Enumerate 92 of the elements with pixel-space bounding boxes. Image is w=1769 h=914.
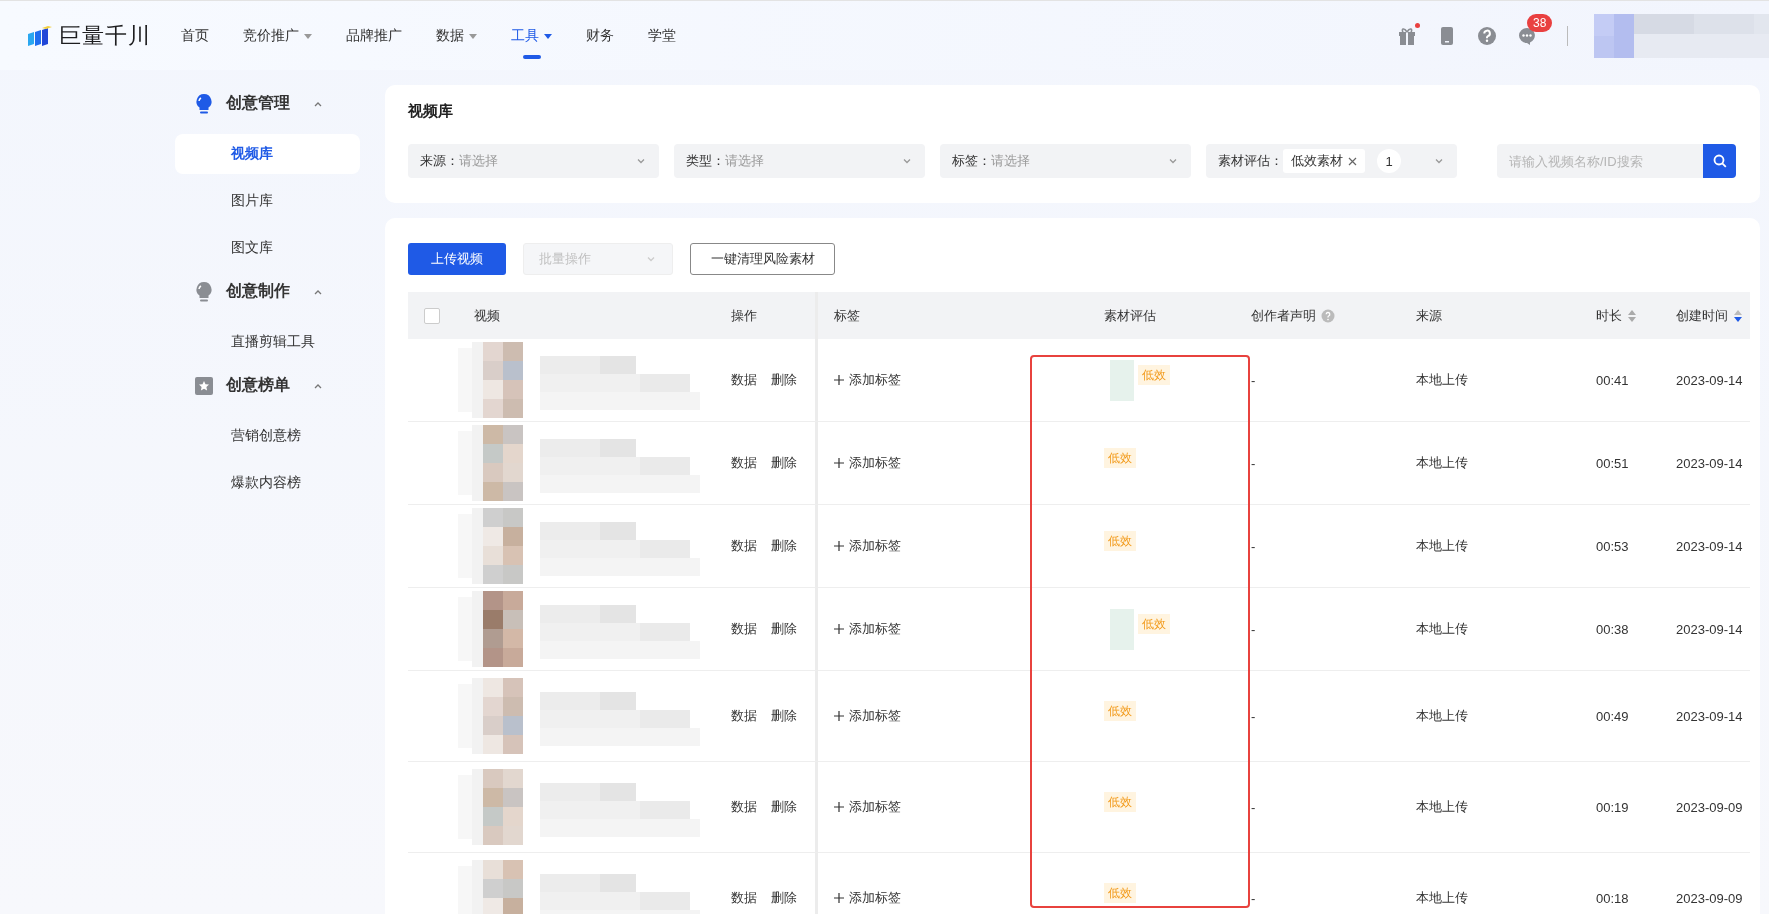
table-cell: 00:38 [1596, 621, 1629, 637]
table-cell: - [1251, 372, 1256, 388]
menu-group-header[interactable]: 创意管理 [175, 80, 360, 127]
table-cell: - [1251, 799, 1256, 815]
nav-tab[interactable]: 工具 [511, 20, 552, 51]
add-tag-button[interactable]: 添加标签 [834, 371, 901, 389]
menu-item[interactable]: 营销创意榜 [175, 416, 360, 456]
menu-item[interactable]: 视频库 [175, 134, 360, 174]
text-link[interactable]: 删除 [771, 620, 797, 638]
table-cell: 00:49 [1596, 708, 1629, 724]
table-cell: 00:51 [1596, 455, 1629, 471]
menu-item[interactable]: 爆款内容榜 [175, 463, 360, 503]
table-cell: 本地上传 [1416, 537, 1468, 555]
table-cell: 00:53 [1596, 538, 1629, 554]
table-cell: 本地上传 [1416, 798, 1468, 816]
text-link[interactable]: 删除 [771, 454, 797, 472]
menu-group-header[interactable]: 创意制作 [175, 268, 360, 315]
column-header: 时长 [1596, 306, 1622, 325]
text-link[interactable]: 删除 [771, 889, 797, 907]
menu-group-header[interactable]: 创意榜单 [175, 362, 360, 409]
table-cell: 2023-09-14 [1676, 455, 1743, 471]
text-link[interactable]: 删除 [771, 707, 797, 725]
filter-select[interactable]: 来源：请选择 [408, 144, 659, 178]
filter-select[interactable]: 类型：请选择 [674, 144, 925, 178]
table-cell: 本地上传 [1416, 454, 1468, 472]
status-badge: 低效 [1104, 883, 1136, 903]
filter-tag[interactable]: 低效素材 [1283, 149, 1365, 173]
column-header: 来源 [1416, 306, 1442, 325]
add-tag-button[interactable]: 添加标签 [834, 798, 901, 816]
menu-item[interactable]: 图片库 [175, 181, 360, 221]
text-link[interactable]: 删除 [771, 537, 797, 555]
logo-text: 巨量千川 [59, 21, 151, 50]
count-badge: 1 [1377, 149, 1401, 173]
table-cell: - [1251, 621, 1256, 637]
add-tag-button[interactable]: 添加标签 [834, 454, 901, 472]
table-cell: 00:41 [1596, 372, 1629, 388]
table-cell: 2023-09-09 [1676, 890, 1743, 906]
section-title: 视频库 [408, 101, 454, 121]
table-cell: - [1251, 708, 1256, 724]
status-badge: 低效 [1138, 365, 1170, 385]
column-header: 创建时间 [1676, 306, 1728, 325]
table-cell: 2023-09-14 [1676, 538, 1743, 554]
table-cell: - [1251, 455, 1256, 471]
text-link[interactable]: 数据 [731, 798, 757, 816]
table-cell: 00:18 [1596, 890, 1629, 906]
text-link[interactable]: 数据 [731, 537, 757, 555]
status-badge: 低效 [1104, 448, 1136, 468]
nav-tab[interactable]: 财务 [586, 20, 614, 51]
add-tag-button[interactable]: 添加标签 [834, 889, 901, 907]
search-field[interactable]: 请输入视频名称/ID搜索 [1497, 144, 1703, 178]
column-header: 素材评估 [1104, 306, 1156, 325]
add-tag-button[interactable]: 添加标签 [834, 620, 901, 638]
table-cell: 00:19 [1596, 799, 1629, 815]
filter-select[interactable]: 素材评估： 低效素材 1 [1206, 144, 1457, 178]
table-cell: 2023-09-14 [1676, 708, 1743, 724]
table-cell: - [1251, 538, 1256, 554]
status-badge: 低效 [1104, 792, 1136, 812]
text-link[interactable]: 数据 [731, 707, 757, 725]
column-header: 创作者声明 [1251, 306, 1316, 325]
text-link[interactable]: 删除 [771, 798, 797, 816]
nav-tab[interactable]: 首页 [181, 20, 209, 51]
status-badge: 低效 [1138, 614, 1170, 634]
table-cell: 本地上传 [1416, 371, 1468, 389]
table-cell: 2023-09-09 [1676, 799, 1743, 815]
add-tag-button[interactable]: 添加标签 [834, 707, 901, 725]
nav-tab[interactable]: 品牌推广 [346, 20, 402, 51]
menu-item[interactable]: 直播剪辑工具 [175, 322, 360, 362]
add-tag-button[interactable]: 添加标签 [834, 537, 901, 555]
text-link[interactable]: 数据 [731, 454, 757, 472]
nav-tab[interactable]: 数据 [436, 20, 477, 51]
table-cell: - [1251, 890, 1256, 906]
text-link[interactable]: 数据 [731, 889, 757, 907]
nav-tab[interactable]: 竞价推广 [243, 20, 312, 51]
table-cell: 本地上传 [1416, 889, 1468, 907]
action-button[interactable]: 一键清理风险素材 [690, 243, 835, 275]
text-link[interactable]: 数据 [731, 620, 757, 638]
table-cell: 本地上传 [1416, 620, 1468, 638]
status-badge: 低效 [1104, 701, 1136, 721]
table-cell: 本地上传 [1416, 707, 1468, 725]
table-cell: 2023-09-14 [1676, 621, 1743, 637]
text-link[interactable]: 数据 [731, 371, 757, 389]
filter-select[interactable]: 标签：请选择 [940, 144, 1191, 178]
menu-item[interactable]: 图文库 [175, 228, 360, 268]
status-badge: 低效 [1104, 531, 1136, 551]
count-badge: 38 [1527, 13, 1553, 32]
table-cell: 2023-09-14 [1676, 372, 1743, 388]
column-header: 视频 [474, 306, 500, 325]
text-link[interactable]: 删除 [771, 371, 797, 389]
column-header: 操作 [731, 306, 757, 325]
nav-tab[interactable]: 学堂 [648, 20, 676, 51]
column-header: 标签 [834, 306, 860, 325]
action-button[interactable]: 上传视频 [408, 243, 506, 275]
